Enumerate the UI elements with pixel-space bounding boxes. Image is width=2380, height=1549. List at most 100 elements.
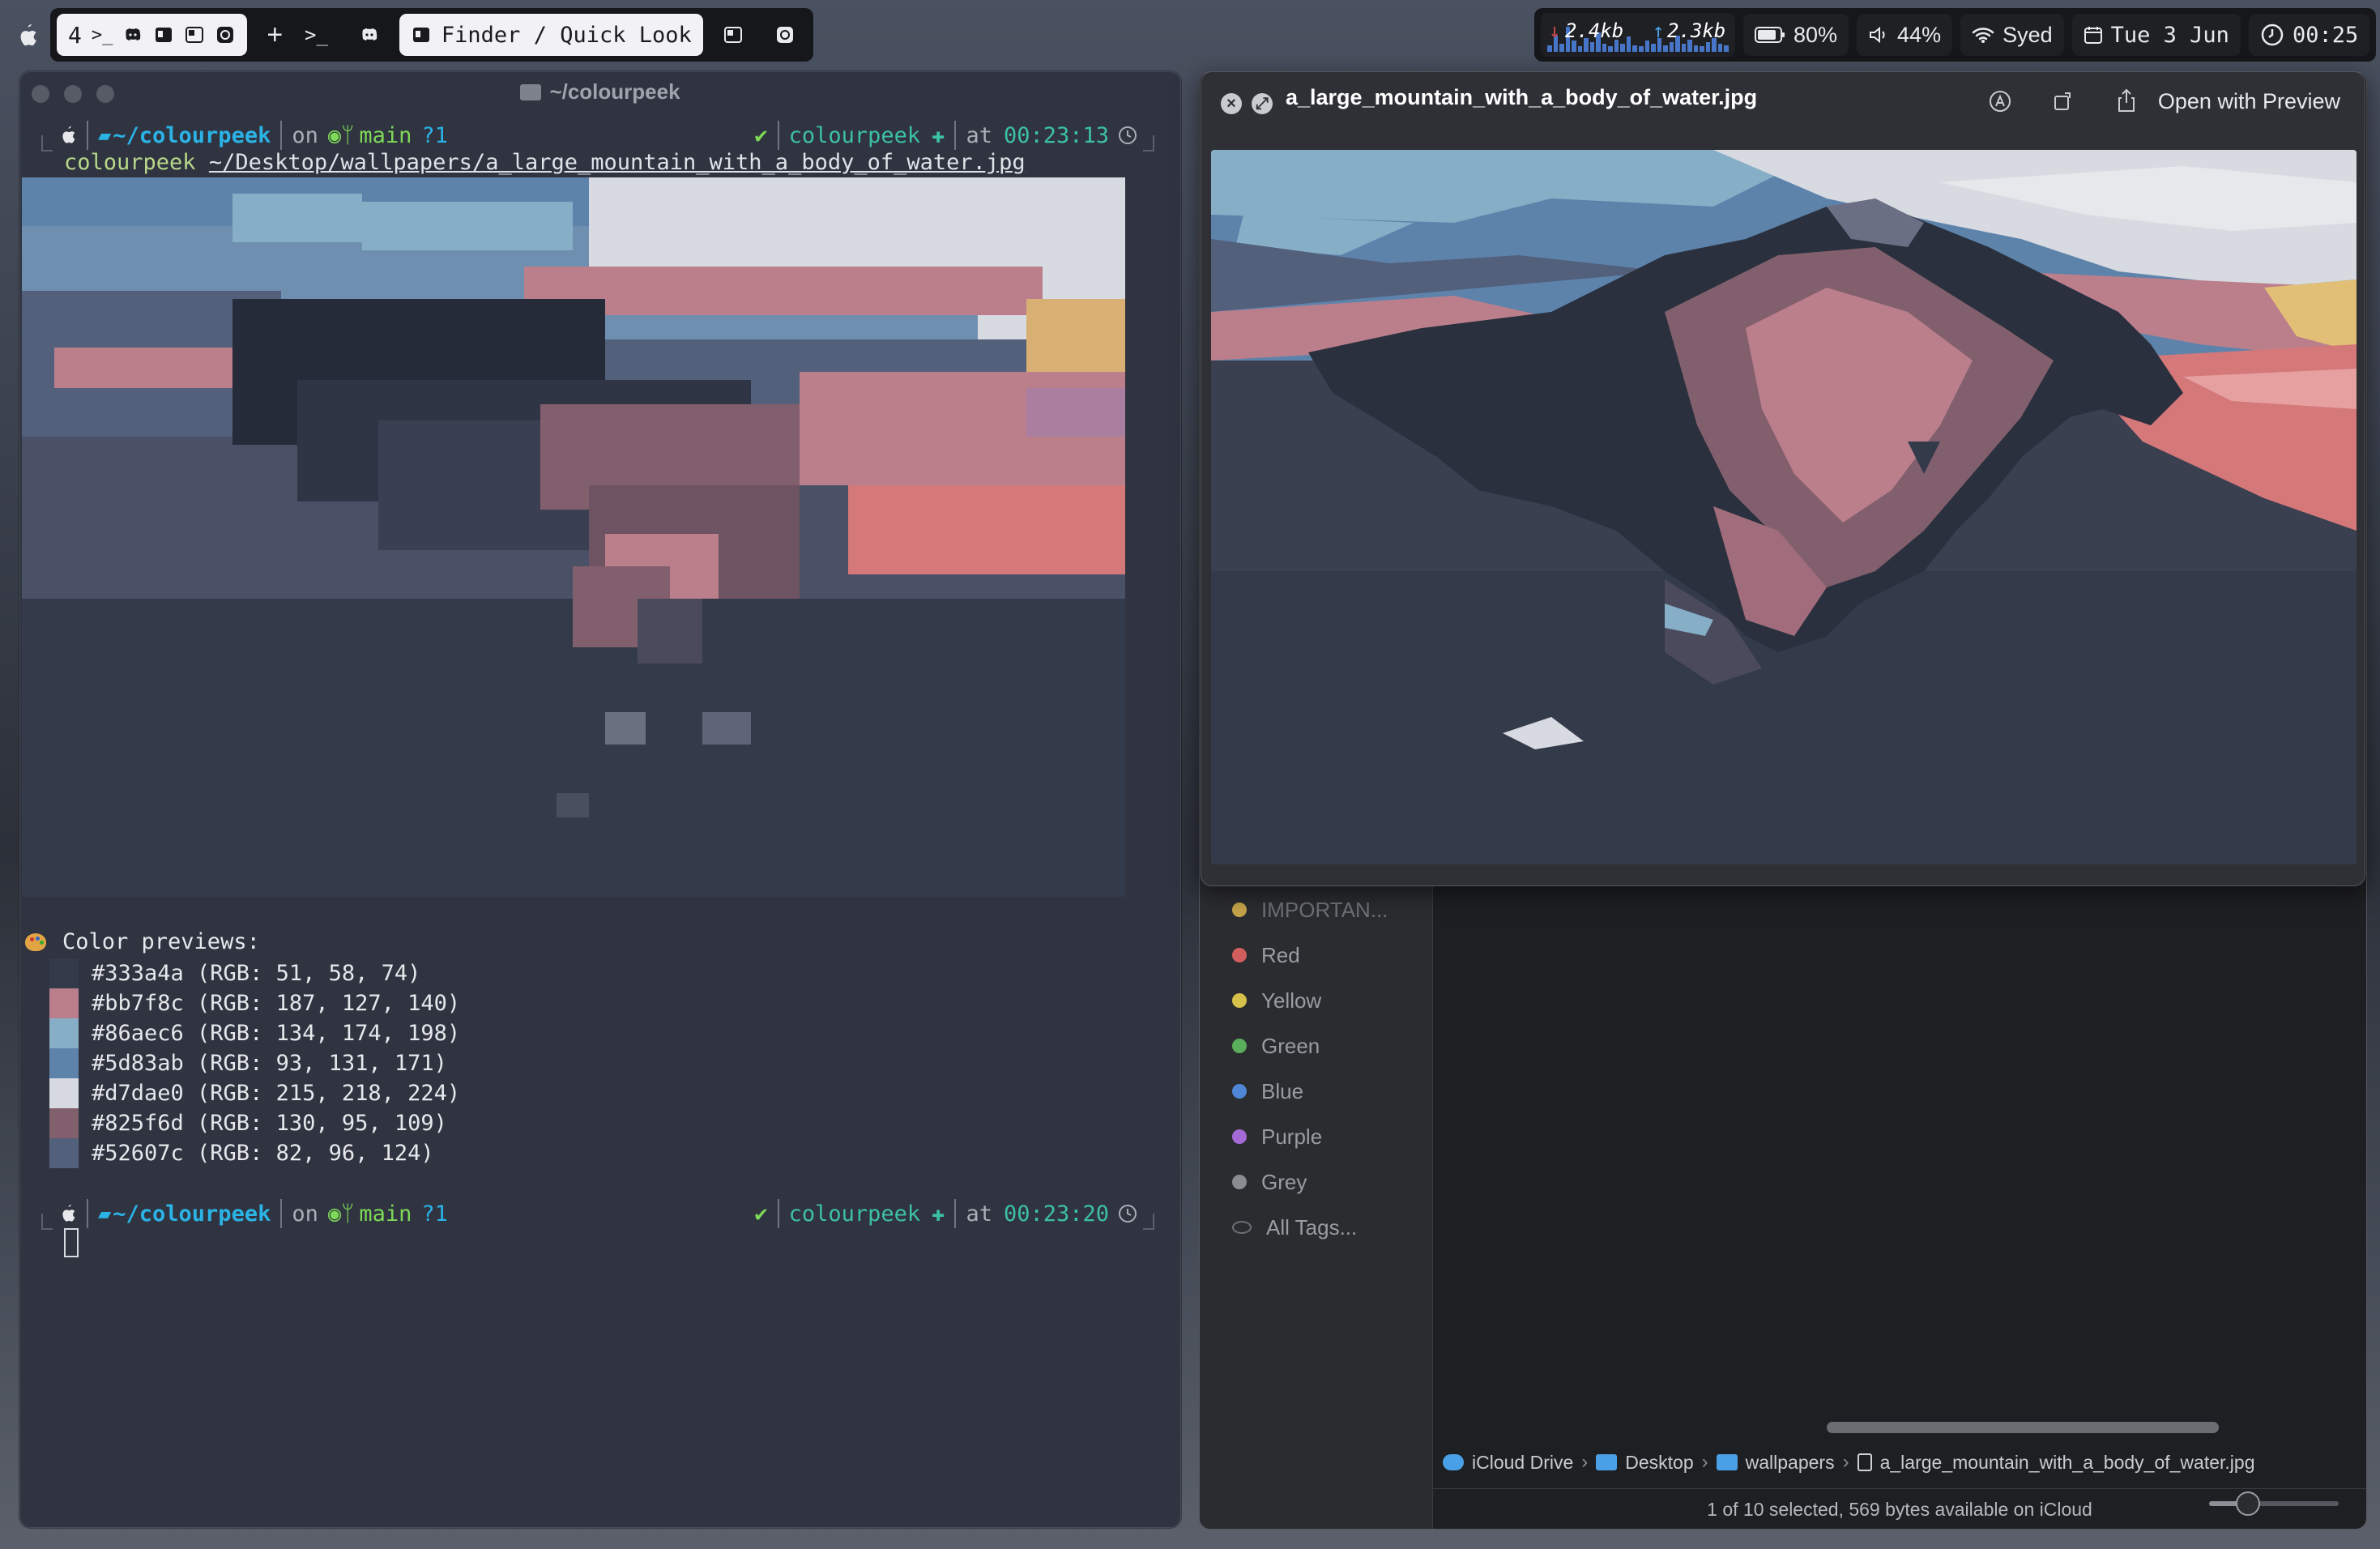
preview-app[interactable] — [711, 14, 755, 56]
sidebar-tag-item[interactable]: Grey — [1232, 1166, 1307, 1198]
exit-status: ✔ — [744, 1197, 777, 1230]
close-icon[interactable]: × — [1221, 93, 1242, 114]
color-swatch-row: #5d83ab (RGB: 93, 131, 171) — [49, 1048, 447, 1078]
git-branch-icon: ᛘ — [341, 1201, 355, 1227]
path-bar-item[interactable]: Desktop — [1625, 1452, 1693, 1474]
active-app-finder[interactable]: Finder / Quick Look — [399, 14, 703, 56]
github-icon: ◉ — [327, 122, 342, 148]
tag-color-icon — [1232, 1221, 1252, 1234]
quick-look-window[interactable]: × ⤢ a_large_mountain_with_a_body_of_wate… — [1201, 71, 2365, 886]
status-group: ↓ 2.4kb ↑ 2.3kb 80% 44% Syed Tue 3 Jun 0… — [1534, 8, 2377, 62]
horizontal-scrollbar[interactable] — [1827, 1422, 2219, 1433]
date-widget[interactable]: Tue 3 Jun — [2071, 14, 2241, 56]
date-value: Tue 3 Jun — [2110, 22, 2229, 48]
chatgpt-icon — [776, 27, 793, 43]
path-bar-item[interactable]: a_large_mountain_with_a_body_of_water.jp… — [1880, 1452, 2255, 1474]
package-segment: colourpeek ✚ — [779, 119, 955, 151]
icon-size-slider[interactable] — [2209, 1491, 2339, 1516]
workspace-4[interactable]: 4 >_ — [57, 14, 248, 56]
slider-knob[interactable] — [2236, 1491, 2260, 1516]
folder-icon — [1596, 1454, 1618, 1470]
share-icon[interactable] — [2112, 87, 2141, 116]
color-swatch-row: #825f6d (RGB: 130, 95, 109) — [49, 1108, 447, 1138]
time-segment: at 00:23:13 — [956, 119, 1148, 151]
sidebar-tag-item[interactable]: Red — [1232, 939, 1300, 971]
color-swatch — [49, 1108, 79, 1138]
file-icon — [1857, 1453, 1872, 1471]
rotate-icon[interactable] — [2049, 87, 2078, 116]
clock-icon — [1119, 1205, 1137, 1223]
terminal-cursor[interactable] — [64, 1228, 79, 1257]
sidebar-tag-label: Purple — [1261, 1124, 1323, 1149]
markup-icon[interactable] — [1985, 87, 2015, 116]
terminal-app[interactable]: >_ — [293, 14, 339, 56]
color-swatch — [49, 1018, 79, 1048]
net-down-arrow-icon: ↓ — [1549, 19, 1561, 42]
volume-value: 44% — [1897, 22, 1942, 47]
network-graph-bar — [1620, 43, 1625, 52]
clock-widget[interactable]: 00:25 — [2248, 14, 2370, 56]
fullscreen-icon[interactable]: ⤢ — [1252, 93, 1273, 114]
prompt-on: on — [292, 122, 318, 148]
add-label: + — [267, 19, 284, 50]
apple-menu-icon[interactable] — [16, 23, 39, 49]
network-graph-bar — [1602, 43, 1607, 52]
network-graph-bar — [1589, 42, 1595, 52]
package-name: colourpeek — [788, 122, 921, 148]
net-up: 2.3kb — [1667, 19, 1726, 42]
sidebar-tag-label: All Tags... — [1266, 1214, 1358, 1240]
color-swatch — [49, 1048, 79, 1078]
terminal-window[interactable]: ~/colourpeek ▰ ~/colourpeek on ◉ ᛘ main ?… — [19, 71, 1181, 1528]
chatgpt-icon — [217, 27, 234, 43]
discord-app[interactable] — [348, 14, 391, 56]
network-graph-bar — [1700, 46, 1704, 52]
color-swatch-label: #5d83ab (RGB: 93, 131, 171) — [92, 1051, 447, 1076]
network-graph-bar — [1705, 42, 1711, 52]
color-swatch-row: #333a4a (RGB: 51, 58, 74) — [49, 958, 420, 988]
path-bar-item[interactable]: wallpapers — [1746, 1452, 1835, 1474]
color-swatch-label: #333a4a (RGB: 51, 58, 74) — [92, 961, 421, 986]
path-bar-item[interactable]: iCloud Drive — [1472, 1452, 1573, 1474]
color-swatch — [49, 1138, 79, 1168]
tag-color-icon — [1232, 1129, 1247, 1144]
network-graph-bar — [1663, 45, 1668, 52]
color-swatch — [49, 958, 79, 988]
tag-color-icon — [1232, 903, 1247, 917]
network-graph-bar — [1669, 42, 1674, 52]
sidebar-tag-item[interactable]: Yellow — [1232, 984, 1321, 1017]
sidebar-tag-item[interactable]: Green — [1232, 1030, 1320, 1062]
os-segment — [49, 1197, 87, 1230]
clock-icon — [2261, 23, 2284, 46]
color-swatch — [49, 1078, 79, 1108]
prompt-segments: ▰ ~/colourpeek on ◉ ᛘ main ?1 ✔ colourpee… — [49, 119, 1148, 151]
git-status: ?1 — [421, 122, 448, 148]
battery-icon — [1755, 27, 1785, 43]
sidebar-tag-label: Blue — [1261, 1078, 1304, 1103]
network-graph-bar — [1644, 41, 1650, 52]
sidebar-tag-item[interactable]: Blue — [1232, 1075, 1303, 1107]
workspace-number: 4 — [68, 21, 82, 49]
prompt-time: 00:23:20 — [1003, 1201, 1109, 1227]
wifi-name: Syed — [2003, 22, 2053, 47]
open-with-preview-button[interactable]: Open with Preview — [2148, 83, 2350, 119]
wifi-widget[interactable]: Syed — [1960, 14, 2064, 56]
quick-look-header: × ⤢ a_large_mountain_with_a_body_of_wate… — [1201, 72, 2365, 147]
chatgpt-app[interactable] — [763, 14, 807, 56]
package-icon: ✚ — [932, 1201, 945, 1227]
sidebar-tag-label: Grey — [1261, 1169, 1307, 1194]
exit-status: ✔ — [744, 119, 777, 151]
prompt-line-2: ▰ ~/colourpeek on ◉ ᛘ main ?1 ✔ colourpee… — [41, 1197, 1154, 1230]
volume-widget[interactable]: 44% — [1857, 14, 1953, 56]
sidebar-tag-item[interactable]: All Tags... — [1232, 1211, 1357, 1244]
sidebar-tag-item[interactable]: IMPORTAN... — [1232, 894, 1388, 926]
network-widget[interactable]: ↓ 2.4kb ↑ 2.3kb — [1541, 13, 1735, 57]
workspace-group: 4 >_ + — [50, 8, 301, 62]
color-swatch-row: #86aec6 (RGB: 134, 174, 198) — [49, 1018, 460, 1048]
color-swatch-row: #d7dae0 (RGB: 215, 218, 224) — [49, 1078, 460, 1108]
prompt-at: at — [966, 122, 992, 148]
sidebar-tag-item[interactable]: Purple — [1232, 1120, 1322, 1153]
battery-widget[interactable]: 80% — [1743, 14, 1849, 56]
git-branch: main — [359, 122, 412, 148]
color-swatch-label: #52607c (RGB: 82, 96, 124) — [92, 1141, 434, 1166]
prompt-time: 00:23:13 — [1003, 122, 1109, 148]
